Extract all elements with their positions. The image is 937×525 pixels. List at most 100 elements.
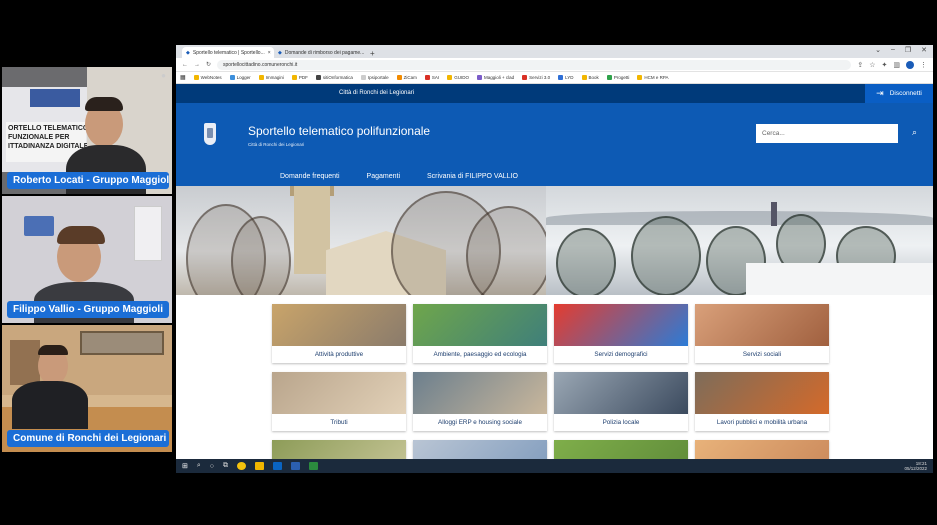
- service-card[interactable]: Polizia locale: [554, 372, 688, 431]
- cortana-icon[interactable]: ○: [210, 463, 214, 470]
- tab-search-icon[interactable]: ⌄: [875, 46, 881, 54]
- nav-faq[interactable]: Domande frequenti: [280, 173, 340, 180]
- sidebar-icon[interactable]: ▥: [893, 61, 900, 69]
- windows-start-icon[interactable]: ⊞: [182, 462, 188, 470]
- bookmark-item[interactable]: GUIDO: [447, 75, 469, 80]
- window-controls: ⌄ – ❐ ✕: [875, 46, 927, 54]
- browser-tab-strip: ◆ Sportello telematico | Sportello... × …: [176, 45, 933, 58]
- participant-tile-2[interactable]: Filippo Vallio - Gruppo Maggioli: [2, 196, 172, 323]
- outlook-icon[interactable]: [273, 462, 283, 470]
- service-card[interactable]: Lavori pubblici e mobilità urbana: [695, 372, 829, 431]
- word-icon[interactable]: [291, 462, 301, 470]
- puzzle-icon[interactable]: ✦: [882, 61, 888, 69]
- bookmark-item[interactable]: HCM e RPA: [637, 75, 669, 80]
- bookmark-item[interactable]: Logger: [229, 75, 251, 80]
- service-card[interactable]: Servizi demografici: [554, 304, 688, 363]
- search-input[interactable]: Cerca...: [756, 124, 898, 143]
- search-icon[interactable]: ⌕: [197, 462, 201, 470]
- tab-title: Sportello telematico | Sportello...: [192, 49, 265, 56]
- favicon-icon: ◆: [278, 49, 282, 56]
- share-icon[interactable]: ⇪: [857, 61, 863, 69]
- service-card-label: Lavori pubblici e mobilità urbana: [716, 419, 808, 426]
- site-nav: Domande frequenti Pagamenti Scrivania di…: [176, 167, 933, 186]
- teams-icon[interactable]: [309, 462, 319, 470]
- service-card-image: [695, 304, 829, 346]
- service-card-image: [554, 304, 688, 346]
- participant-tile-3[interactable]: Comune di Ronchi dei Legionari: [2, 325, 172, 452]
- services-grid: Attività produttive Ambiente, paesaggio e…: [272, 304, 829, 473]
- shared-screen: ◆ Sportello telematico | Sportello... × …: [176, 45, 933, 473]
- windows-taskbar: ⊞ ⌕ ○ ⧉ 18:21 05/12/2022: [176, 459, 933, 473]
- close-window-icon[interactable]: ✕: [921, 46, 927, 54]
- participant-name: Filippo Vallio - Gruppo Maggioli: [7, 301, 169, 318]
- star-icon[interactable]: ☆: [869, 61, 875, 69]
- bookmark-item[interactable]: Progetti: [606, 75, 629, 80]
- bookmark-item[interactable]: WebNotes: [193, 75, 222, 80]
- menu-icon[interactable]: ⋮: [920, 61, 927, 69]
- bookmark-item[interactable]: Book: [581, 75, 599, 80]
- extensions-area: ⇪ ☆ ✦ ▥ ⋮: [857, 60, 927, 69]
- address-bar-row: ← → ↻ sportellocittadino.comuneronchi.it…: [176, 58, 933, 72]
- service-card-label: Polizia locale: [602, 419, 640, 426]
- service-card-label: Tributi: [330, 419, 348, 426]
- browser-tab-2[interactable]: ◆ Domande di rimborso dei pagame... ×: [274, 47, 366, 58]
- participant-tile-1[interactable]: ORTELLO TELEMATICO FUNZIONALE PER ITTADI…: [2, 67, 172, 194]
- top-city-label: Città di Ronchi dei Legionari: [339, 90, 415, 96]
- bookmark-item[interactable]: Servizi 3.0: [522, 75, 550, 80]
- service-card[interactable]: Ambiente, paesaggio ed ecologia: [413, 304, 547, 363]
- service-card-image: [272, 304, 406, 346]
- service-card[interactable]: Tributi: [272, 372, 406, 431]
- bookmark-item[interactable]: SAI: [424, 75, 439, 80]
- maximize-icon[interactable]: ❐: [905, 46, 911, 54]
- logout-label: Disconnetti: [889, 90, 922, 97]
- profile-avatar[interactable]: [906, 60, 914, 69]
- site-header: Sportello telematico polifunzionale Citt…: [176, 103, 933, 167]
- tab-title: Domande di rimborso dei pagame...: [284, 49, 365, 56]
- service-card-label: Servizi sociali: [742, 351, 782, 358]
- site-title[interactable]: Sportello telematico polifunzionale: [248, 124, 430, 138]
- minimize-icon[interactable]: –: [891, 46, 895, 54]
- logout-button[interactable]: ⇥ Disconnetti: [865, 84, 933, 103]
- file-explorer-icon[interactable]: [255, 462, 265, 470]
- url-field[interactable]: sportellocittadino.comuneronchi.it: [217, 59, 852, 70]
- taskbar-clock[interactable]: 18:21 05/12/2022: [904, 461, 927, 471]
- service-card-image: [413, 304, 547, 346]
- mic-icon: ●: [161, 71, 166, 80]
- new-tab-button[interactable]: +: [366, 49, 379, 58]
- city-crest-logo[interactable]: [204, 123, 216, 145]
- bookmark-item[interactable]: Maggioli + clad: [476, 75, 514, 80]
- bookmark-item[interactable]: Ipsiportale: [360, 75, 389, 80]
- apps-icon[interactable]: ▦: [180, 74, 186, 81]
- task-view-icon[interactable]: ⧉: [223, 462, 228, 470]
- service-card-image: [413, 372, 547, 414]
- logout-icon: ⇥: [876, 88, 884, 98]
- service-card[interactable]: Attività produttive: [272, 304, 406, 363]
- search-icon[interactable]: ⌕: [912, 127, 917, 138]
- bookmark-item[interactable]: PDF: [291, 75, 308, 80]
- close-tab-icon[interactable]: ×: [268, 50, 271, 56]
- service-card-image: [695, 372, 829, 414]
- clock-date: 05/12/2022: [904, 466, 927, 471]
- site-top-bar: Città di Ronchi dei Legionari ⇥ Disconne…: [176, 84, 933, 103]
- nav-payments[interactable]: Pagamenti: [367, 173, 400, 180]
- services-section: Attività produttive Ambiente, paesaggio e…: [176, 295, 933, 473]
- service-card[interactable]: Alloggi ERP e housing sociale: [413, 372, 547, 431]
- service-card-label: Alloggi ERP e housing sociale: [438, 419, 522, 426]
- bookmarks-bar: ▦ WebNotes Logger Immagini PDF sitiOnfor…: [176, 72, 933, 84]
- reload-icon[interactable]: ↻: [206, 61, 211, 68]
- back-icon[interactable]: ←: [182, 62, 188, 68]
- participant-name: Comune di Ronchi dei Legionari: [7, 430, 169, 447]
- service-card-image: [554, 372, 688, 414]
- nav-desk[interactable]: Scrivania di FILIPPO VALLIO: [427, 173, 518, 180]
- bookmark-item[interactable]: ZiCam: [396, 75, 417, 80]
- service-card-label: Attività produttive: [314, 351, 364, 358]
- service-card[interactable]: Servizi sociali: [695, 304, 829, 363]
- chrome-icon[interactable]: [237, 462, 247, 470]
- site-subtitle: Città di Ronchi dei Legionari: [248, 142, 305, 147]
- bookmark-item[interactable]: sitiOnformatica: [315, 75, 353, 80]
- browser-tab-1[interactable]: ◆ Sportello telematico | Sportello... ×: [182, 47, 274, 58]
- service-card-label: Servizi demografici: [594, 351, 648, 358]
- bookmark-item[interactable]: Immagini: [258, 75, 284, 80]
- bookmark-item[interactable]: LYD: [558, 75, 574, 80]
- forward-icon[interactable]: →: [194, 62, 200, 68]
